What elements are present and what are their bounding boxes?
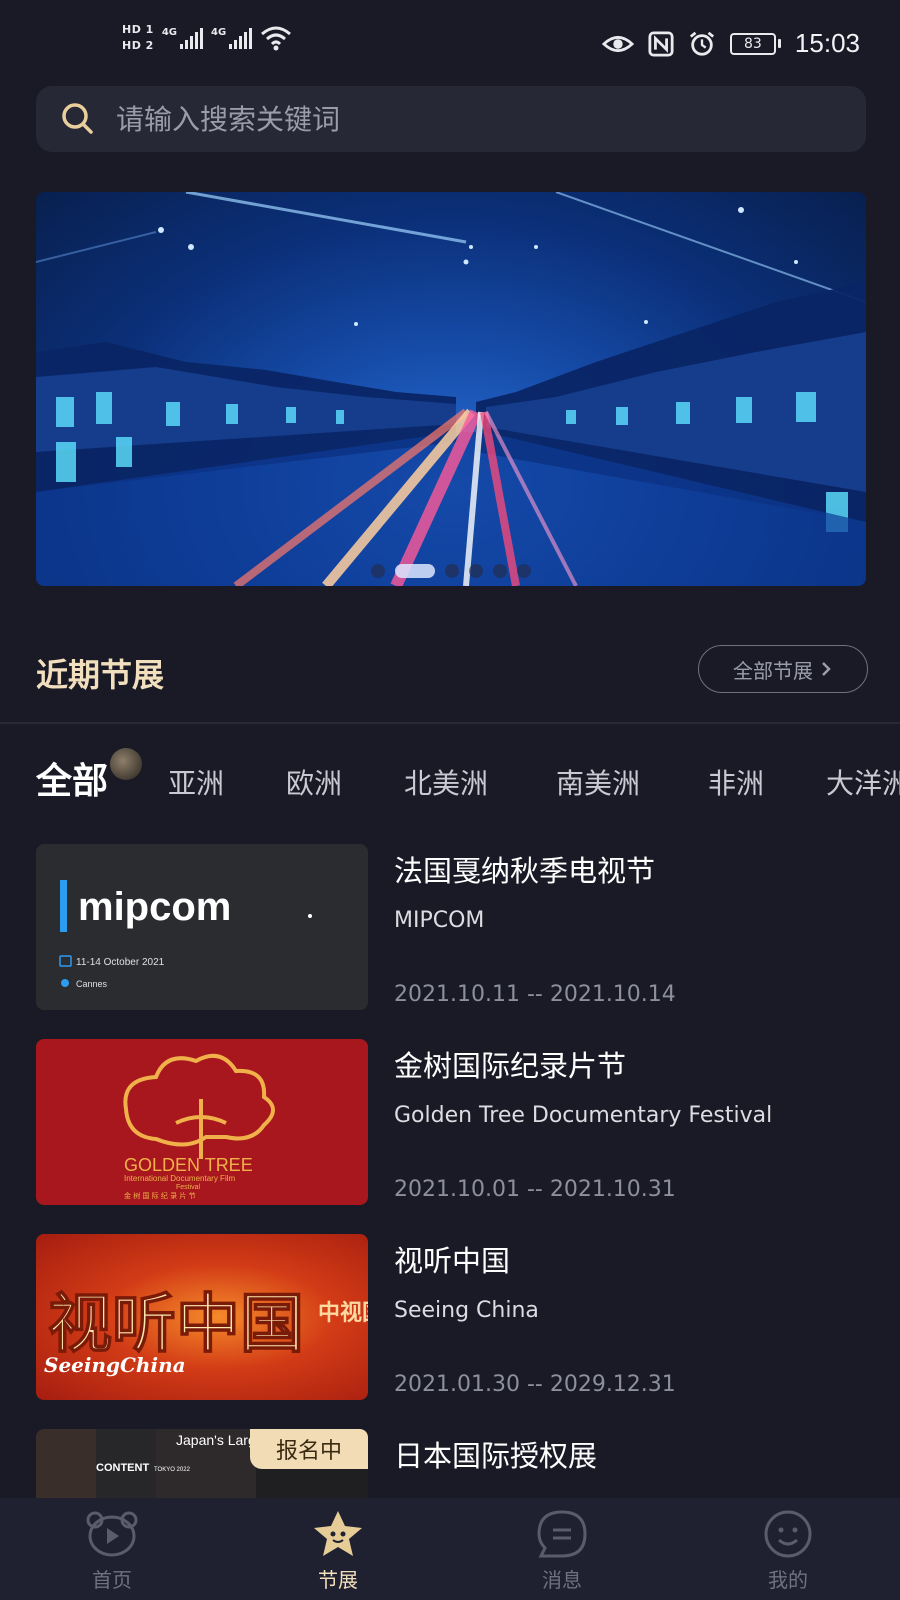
tab-europe[interactable]: 欧洲	[286, 762, 342, 802]
bear-play-icon	[86, 1511, 138, 1557]
japan-tag-text: TOKYO 2022	[154, 1467, 191, 1473]
seeing-china-side-text: 中视国际	[318, 1300, 368, 1326]
carousel-indicators	[36, 564, 866, 578]
golden-tree-logo-text: GOLDEN TREE	[124, 1155, 253, 1175]
tab-south-america[interactable]: 南美洲	[556, 762, 640, 802]
status-bar: HD 1 HD 2 4G 4G 83 15:03	[0, 0, 900, 86]
golden-tree-line4: 金 树 国 际 纪 录 片 节	[124, 1191, 196, 1200]
divider	[0, 722, 900, 724]
event-title: 日本国际授权展	[394, 1439, 598, 1473]
event-dates: 2021.01.30 -- 2029.12.31	[394, 1372, 676, 1397]
golden-tree-logo-image: GOLDEN TREE International Documentary Fi…	[123, 1053, 275, 1200]
nav-messages-label: 消息	[542, 1568, 582, 1592]
section-title: 近期节展	[36, 656, 165, 694]
nav-home[interactable]: 首页	[52, 1508, 172, 1598]
wifi-icon	[261, 26, 292, 51]
event-subtitle: Golden Tree Documentary Festival	[394, 1103, 773, 1128]
banner-carousel[interactable]	[36, 192, 866, 586]
carousel-dot[interactable]	[517, 564, 531, 578]
registration-badge: 报名中	[250, 1429, 368, 1469]
search-input[interactable]	[116, 102, 816, 136]
mipcom-logo-image: mipcom 11-14 October 2021 Cannes	[59, 880, 312, 989]
search-bar[interactable]	[36, 86, 866, 152]
event-subtitle: MIPCOM	[394, 908, 485, 933]
golden-tree-line3: Festival	[176, 1184, 201, 1191]
network-type-1: 4G	[161, 27, 177, 38]
event-thumbnail: GOLDEN TREE International Documentary Fi…	[36, 1039, 368, 1205]
mipcom-place: Cannes	[76, 979, 108, 989]
signal-group: HD 1 HD 2 4G 4G	[122, 24, 292, 52]
event-title: 金树国际纪录片节	[394, 1049, 627, 1083]
mipcom-date: 11-14 October 2021	[76, 957, 165, 968]
clock: 15:03	[794, 28, 860, 58]
seeing-china-small-text: SeeingChina	[44, 1353, 186, 1377]
event-subtitle: Seeing China	[394, 1298, 539, 1323]
nav-festivals[interactable]: 节展	[278, 1508, 398, 1598]
nav-home-label: 首页	[92, 1568, 132, 1592]
carousel-dot-active[interactable]	[395, 564, 435, 578]
event-title: 视听中国	[394, 1244, 511, 1278]
search-icon	[62, 103, 93, 134]
region-tabs: 全部 亚洲 欧洲 北美洲 南美洲 非洲 大洋洲	[36, 748, 900, 808]
status-icons: 83 15:03	[601, 28, 860, 59]
seeing-china-logo-image: 视听中国 SeeingChina 中视国际	[44, 1286, 368, 1377]
nav-festivals-label: 节展	[318, 1568, 358, 1592]
tab-oceania[interactable]: 大洋洲	[826, 762, 900, 802]
event-item-japan-licensing[interactable]: Japan's Largest CONTENT TOKYO 2022 报名中 日…	[0, 1429, 900, 1499]
golden-tree-line2: International Documentary Film	[124, 1174, 235, 1183]
carousel-dot[interactable]	[371, 564, 385, 578]
view-all-label: 全部节展	[733, 658, 813, 683]
carousel-dot[interactable]	[445, 564, 459, 578]
event-thumbnail: mipcom 11-14 October 2021 Cannes	[36, 844, 368, 1010]
tab-north-america[interactable]: 北美洲	[404, 762, 488, 802]
smile-profile-icon	[764, 1510, 812, 1558]
nav-profile-label: 我的	[768, 1568, 808, 1592]
event-item-golden-tree[interactable]: GOLDEN TREE International Documentary Fi…	[0, 1039, 900, 1205]
view-all-button[interactable]: 全部节展	[698, 645, 868, 693]
banner-image	[36, 192, 866, 586]
hd-indicators: HD 1 HD 2	[122, 24, 154, 52]
carousel-dot[interactable]	[469, 564, 483, 578]
tab-indicator-dot	[110, 748, 142, 780]
signal-strength-2-icon: 4G	[211, 27, 253, 49]
network-type-2: 4G	[211, 27, 227, 38]
battery-icon: 83	[729, 32, 781, 55]
tab-asia[interactable]: 亚洲	[168, 762, 224, 802]
nfc-icon	[648, 30, 674, 57]
event-item-seeing-china[interactable]: 视听中国 SeeingChina 中视国际 视听中国 Seeing China …	[0, 1234, 900, 1400]
signal-strength-1-icon: 4G	[162, 27, 203, 49]
chevron-right-icon	[822, 662, 831, 676]
nav-messages[interactable]: 消息	[502, 1508, 622, 1598]
message-icon	[537, 1510, 587, 1558]
event-item-mipcom[interactable]: mipcom 11-14 October 2021 Cannes 法国戛纳秋季电…	[0, 844, 900, 1010]
alarm-icon	[689, 31, 714, 56]
hd1-label: HD 1	[122, 23, 154, 36]
tab-all[interactable]: 全部	[36, 752, 108, 804]
battery-level: 83	[744, 35, 762, 52]
japan-content-text: CONTENT	[96, 1462, 149, 1474]
nav-profile[interactable]: 我的	[728, 1508, 848, 1598]
event-dates: 2021.10.11 -- 2021.10.14	[394, 982, 676, 1007]
svg-text:mipcom: mipcom	[78, 885, 231, 929]
bottom-nav: 首页 节展 消息 我的	[0, 1498, 900, 1600]
eye-icon	[601, 35, 634, 52]
event-thumbnail: 视听中国 SeeingChina 中视国际	[36, 1234, 368, 1400]
event-thumbnail: Japan's Largest CONTENT TOKYO 2022 报名中	[36, 1429, 368, 1499]
event-title: 法国戛纳秋季电视节	[394, 854, 656, 888]
hd2-label: HD 2	[122, 39, 154, 52]
seeing-china-big-text: 视听中国	[48, 1287, 304, 1362]
event-dates: 2021.10.01 -- 2021.10.31	[394, 1177, 676, 1202]
tab-africa[interactable]: 非洲	[708, 762, 764, 802]
star-mascot-icon	[314, 1511, 362, 1556]
carousel-dot[interactable]	[493, 564, 507, 578]
